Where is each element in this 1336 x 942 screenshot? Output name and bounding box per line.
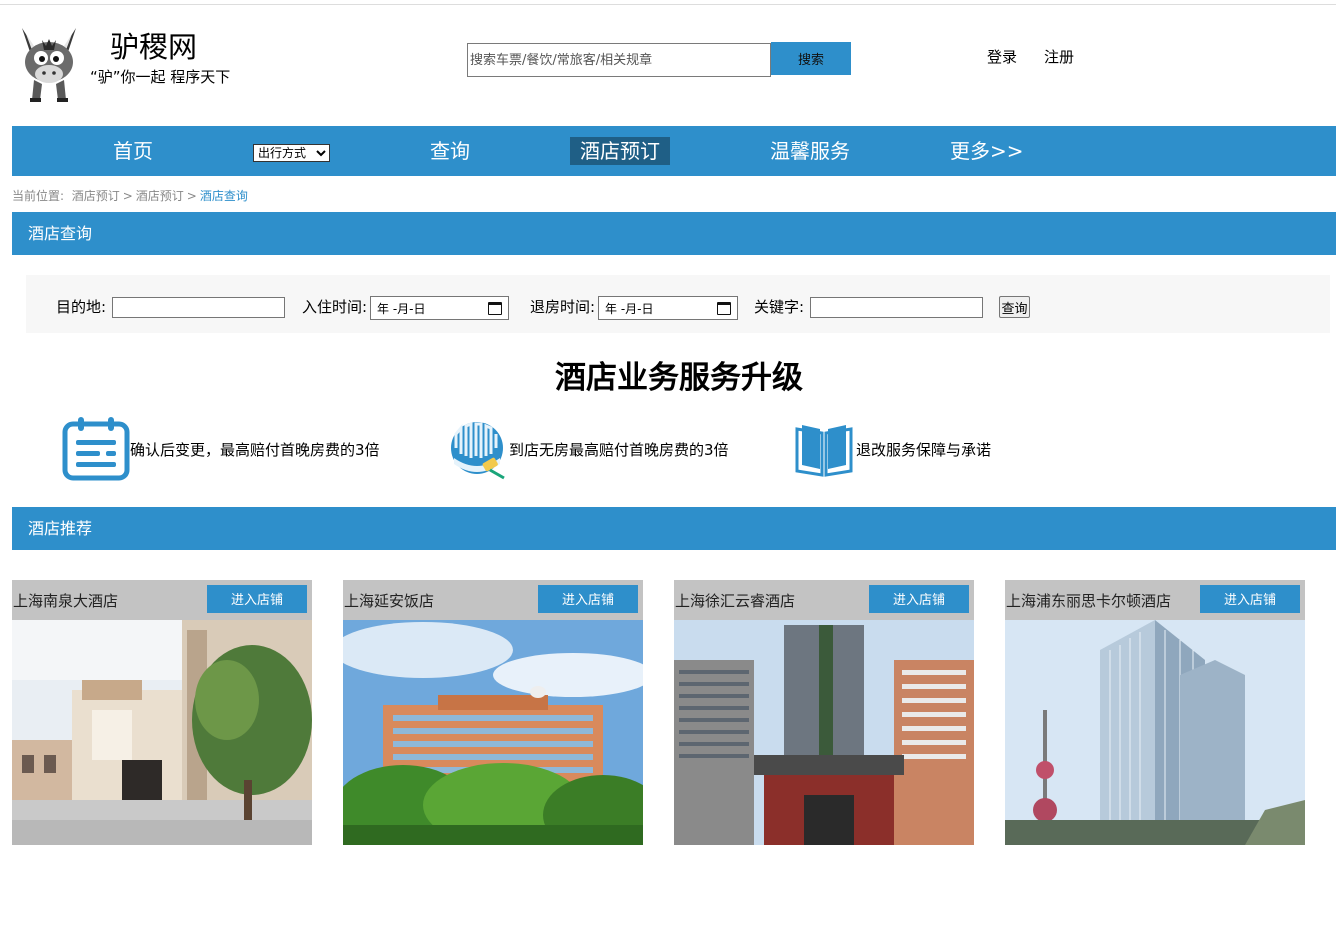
hotel-recommend-header: 酒店推荐 <box>12 507 1336 550</box>
nav-warm-service[interactable]: 温馨服务 <box>770 137 850 165</box>
checkout-date-input[interactable]: 年 -月-日 <box>598 296 738 320</box>
building-badge-icon <box>451 421 505 480</box>
hotel-name[interactable]: 上海浦东丽思卡尔顿酒店 <box>1006 591 1171 611</box>
hotel-card: 上海徐汇云睿酒店 进入店铺 <box>674 580 974 845</box>
hotel-name[interactable]: 上海徐汇云睿酒店 <box>675 591 795 611</box>
breadcrumb-current: 酒店查询 <box>199 189 248 203</box>
hotel-search-header: 酒店查询 <box>12 212 1336 255</box>
checkout-date-placeholder: 年 -月-日 <box>605 301 654 316</box>
main-nav: 首页 出行方式 查询 酒店预订 温馨服务 更多>> <box>12 126 1336 176</box>
breadcrumb-separator: > <box>186 189 197 203</box>
hotel-photo[interactable] <box>343 620 643 845</box>
top-divider <box>0 4 1336 5</box>
nav-home[interactable]: 首页 <box>113 137 153 165</box>
site-name: 驴稷网 <box>110 30 198 64</box>
upgrade-title: 酒店业务服务升级 <box>555 360 803 396</box>
breadcrumb: 当前位置: 酒店预订 > 酒店预订 > 酒店查询 <box>12 187 248 204</box>
hotel-card: 上海浦东丽思卡尔顿酒店 进入店铺 <box>1005 580 1305 845</box>
register-link[interactable]: 注册 <box>1044 46 1074 67</box>
travel-mode-select[interactable]: 出行方式 <box>253 144 330 162</box>
breadcrumb-item[interactable]: 酒店预订 <box>72 189 120 203</box>
enter-store-button[interactable]: 进入店铺 <box>869 585 969 613</box>
destination-input[interactable] <box>112 297 285 318</box>
checkin-date-input[interactable]: 年 -月-日 <box>370 296 509 320</box>
destination-label: 目的地: <box>56 298 107 316</box>
hotel-card: 上海南泉大酒店 进入店铺 <box>12 580 312 845</box>
hotel-photo[interactable] <box>674 620 974 845</box>
nav-more[interactable]: 更多>> <box>950 137 1024 165</box>
open-book-icon <box>795 425 853 477</box>
hotel-photo[interactable] <box>1005 620 1305 845</box>
calendar-picker-icon[interactable] <box>717 301 731 315</box>
enter-store-button[interactable]: 进入店铺 <box>538 585 638 613</box>
service-text: 退改服务保障与承诺 <box>856 440 992 459</box>
calendar-icon <box>62 417 130 481</box>
nav-hotel-booking[interactable]: 酒店预订 <box>570 137 670 165</box>
service-item: 到店无房最高赔付首晚房费的3倍 <box>450 415 729 483</box>
checkin-date-placeholder: 年 -月-日 <box>377 301 426 316</box>
site-slogan: “驴”你一起 程序天下 <box>90 68 231 86</box>
service-text: 确认后变更，最高赔付首晚房费的3倍 <box>130 440 380 459</box>
breadcrumb-item[interactable]: 酒店预订 <box>136 189 184 203</box>
hotel-search-panel: 目的地: 入住时间: 年 -月-日 退房时间: 年 -月-日 关键字: 查询 <box>26 275 1330 333</box>
calendar-picker-icon[interactable] <box>488 301 502 315</box>
query-button[interactable]: 查询 <box>999 296 1030 318</box>
hotel-photo[interactable] <box>12 620 312 845</box>
hotel-name[interactable]: 上海延安饭店 <box>344 591 434 611</box>
hotel-name[interactable]: 上海南泉大酒店 <box>13 591 118 611</box>
site-search-button[interactable]: 搜索 <box>771 42 851 75</box>
keyword-input[interactable] <box>810 297 983 318</box>
service-item: 确认后变更，最高赔付首晚房费的3倍 <box>62 415 380 483</box>
site-search-input[interactable] <box>467 43 771 77</box>
login-link[interactable]: 登录 <box>987 46 1017 67</box>
nav-query[interactable]: 查询 <box>430 137 470 165</box>
enter-store-button[interactable]: 进入店铺 <box>207 585 307 613</box>
keyword-label: 关键字: <box>754 298 805 316</box>
hotel-card: 上海延安饭店 进入店铺 <box>343 580 643 845</box>
checkin-label: 入住时间: <box>302 298 368 316</box>
enter-store-button[interactable]: 进入店铺 <box>1200 585 1300 613</box>
service-item: 退改服务保障与承诺 <box>795 415 991 483</box>
breadcrumb-prefix: 当前位置: <box>12 189 65 203</box>
breadcrumb-separator: > <box>122 189 133 203</box>
checkout-label: 退房时间: <box>530 298 596 316</box>
service-text: 到店无房最高赔付首晚房费的3倍 <box>509 440 729 459</box>
donkey-logo[interactable] <box>14 22 84 102</box>
